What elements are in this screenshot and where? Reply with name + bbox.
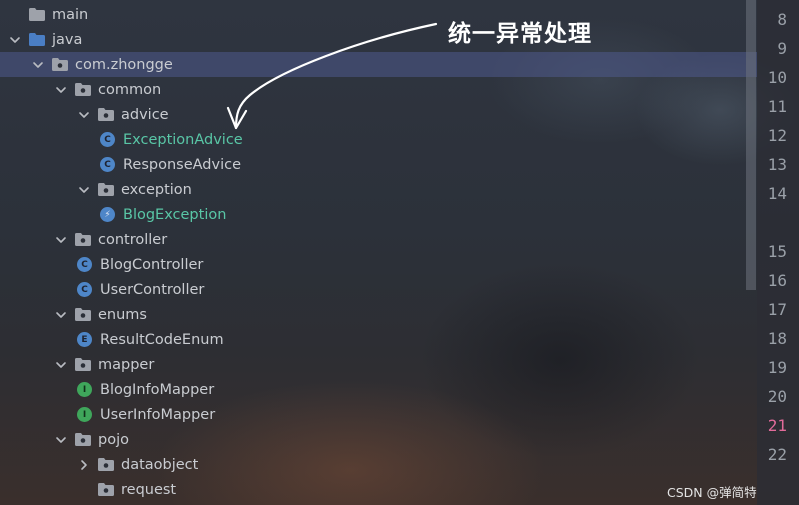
package-icon: [75, 433, 91, 446]
tree-item-label: pojo: [98, 431, 129, 448]
line-number: 21: [767, 416, 787, 435]
tree-item-label: common: [98, 81, 162, 98]
interface-icon: I: [77, 382, 92, 397]
no-chevron: [8, 8, 22, 22]
tree-item-label: request: [121, 481, 177, 498]
folder-icon: [29, 8, 45, 21]
chevron-down-icon[interactable]: [77, 183, 91, 197]
tree-item-label: UserInfoMapper: [100, 406, 216, 423]
tree-item-controller[interactable]: controller: [0, 227, 757, 252]
class-icon: C: [100, 157, 115, 172]
tree-item-dataobject[interactable]: dataobject: [0, 452, 757, 477]
tree-item-java[interactable]: java: [0, 27, 757, 52]
line-number: 11: [767, 97, 787, 116]
line-number: 12: [767, 126, 787, 145]
tree-item-blogexception[interactable]: ⚡ BlogException: [0, 202, 757, 227]
tree-item-pojo[interactable]: pojo: [0, 427, 757, 452]
tree-item-label: exception: [121, 181, 192, 198]
line-number: 15: [767, 242, 787, 261]
tree-item-common[interactable]: common: [0, 77, 757, 102]
line-number: 22: [767, 445, 787, 464]
tree-item-advice[interactable]: advice: [0, 102, 757, 127]
line-number: 8: [777, 10, 787, 29]
tree-item-responseadvice[interactable]: C ResponseAdvice: [0, 152, 757, 177]
tree-item-label: com.zhongge: [75, 56, 173, 73]
scrollbar-thumb[interactable]: [746, 0, 756, 290]
package-icon: [98, 183, 114, 196]
tree-item-label: dataobject: [121, 456, 199, 473]
tree-item-label: main: [52, 6, 89, 23]
package-icon: [75, 83, 91, 96]
tree-item-usercontroller[interactable]: C UserController: [0, 277, 757, 302]
line-number: 13: [767, 155, 787, 174]
no-chevron: [77, 483, 91, 497]
chevron-down-icon[interactable]: [54, 233, 68, 247]
line-number: 19: [767, 358, 787, 377]
package-icon: [52, 58, 68, 71]
tree-item-resultcodeenum[interactable]: E ResultCodeEnum: [0, 327, 757, 352]
chevron-down-icon[interactable]: [54, 358, 68, 372]
chevron-down-icon[interactable]: [54, 83, 68, 97]
watermark: CSDN @弹简特: [667, 485, 757, 500]
tree-item-request[interactable]: request: [0, 477, 757, 502]
tree-item-main[interactable]: main: [0, 2, 757, 27]
line-number: 16: [767, 271, 787, 290]
chevron-down-icon[interactable]: [77, 108, 91, 122]
tree-item-label: ExceptionAdvice: [123, 131, 243, 148]
source-folder-icon: [29, 33, 45, 46]
tree-item-exception[interactable]: exception: [0, 177, 757, 202]
tree-item-label: advice: [121, 106, 169, 123]
enum-icon: E: [77, 332, 92, 347]
line-number: 14: [767, 184, 787, 203]
tree-item-label: enums: [98, 306, 147, 323]
package-icon: [75, 308, 91, 321]
tree-item-label: BlogController: [100, 256, 204, 273]
tree-item-com-zhongge[interactable]: com.zhongge: [0, 52, 757, 77]
package-icon: [75, 358, 91, 371]
tree-item-label: BlogInfoMapper: [100, 381, 215, 398]
package-icon: [98, 458, 114, 471]
chevron-right-icon[interactable]: [77, 458, 91, 472]
chevron-down-icon[interactable]: [54, 308, 68, 322]
interface-icon: I: [77, 407, 92, 422]
exception-class-icon: ⚡: [100, 207, 115, 222]
tree-item-mapper[interactable]: mapper: [0, 352, 757, 377]
tree-item-label: mapper: [98, 356, 155, 373]
package-icon: [98, 108, 114, 121]
tree-item-blogcontroller[interactable]: C BlogController: [0, 252, 757, 277]
project-tree[interactable]: main java com.zhongge common advice C Exceptio…: [0, 0, 757, 505]
chevron-down-icon[interactable]: [8, 33, 22, 47]
tree-item-userinfomapper[interactable]: I UserInfoMapper: [0, 402, 757, 427]
line-number: 9: [777, 39, 787, 58]
package-icon: [98, 483, 114, 496]
class-icon: C: [77, 257, 92, 272]
tree-item-exceptionadvice[interactable]: C ExceptionAdvice: [0, 127, 757, 152]
tree-item-bloginfomapper[interactable]: I BlogInfoMapper: [0, 377, 757, 402]
tree-item-label: ResponseAdvice: [123, 156, 242, 173]
line-number: 18: [767, 329, 787, 348]
line-number: 17: [767, 300, 787, 319]
class-icon: C: [77, 282, 92, 297]
line-number: 10: [767, 68, 787, 87]
chevron-down-icon[interactable]: [54, 433, 68, 447]
annotation-text: 统一异常处理: [448, 21, 592, 47]
tree-item-label: controller: [98, 231, 168, 248]
line-number: 20: [767, 387, 787, 406]
package-icon: [75, 233, 91, 246]
class-icon: C: [100, 132, 115, 147]
chevron-down-icon[interactable]: [31, 58, 45, 72]
tree-item-label: ResultCodeEnum: [100, 331, 224, 348]
tree-item-label: BlogException: [123, 206, 227, 223]
tree-item-enums[interactable]: enums: [0, 302, 757, 327]
tree-item-label: UserController: [100, 281, 205, 298]
tree-item-label: java: [52, 31, 83, 48]
